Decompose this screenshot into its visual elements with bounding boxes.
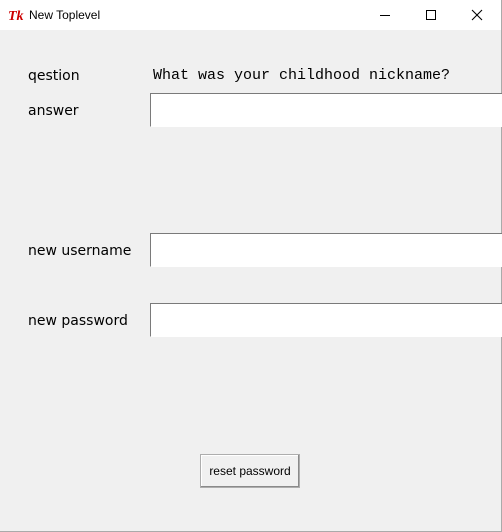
question-text: What was your childhood nickname? [153, 67, 451, 84]
answer-input[interactable] [150, 93, 502, 127]
close-button[interactable] [454, 0, 500, 30]
close-icon [471, 9, 483, 21]
svg-text:Tk: Tk [8, 9, 24, 23]
window-title: New Toplevel [29, 8, 101, 22]
new-password-input[interactable] [150, 303, 502, 337]
maximize-icon [426, 10, 436, 20]
new-password-label: new password [28, 313, 128, 329]
new-username-label: new username [28, 243, 132, 259]
toplevel-window: Tk New Toplevel qestion What was your ch… [0, 0, 502, 532]
tk-feather-icon: Tk [8, 9, 24, 23]
maximize-button[interactable] [408, 0, 454, 30]
minimize-button[interactable] [362, 0, 408, 30]
reset-password-button[interactable]: reset password [200, 454, 300, 488]
question-label: qestion [28, 68, 80, 84]
answer-label: answer [28, 103, 79, 119]
minimize-icon [380, 15, 390, 16]
title-bar[interactable]: Tk New Toplevel [0, 0, 501, 30]
new-username-input[interactable] [150, 233, 502, 267]
